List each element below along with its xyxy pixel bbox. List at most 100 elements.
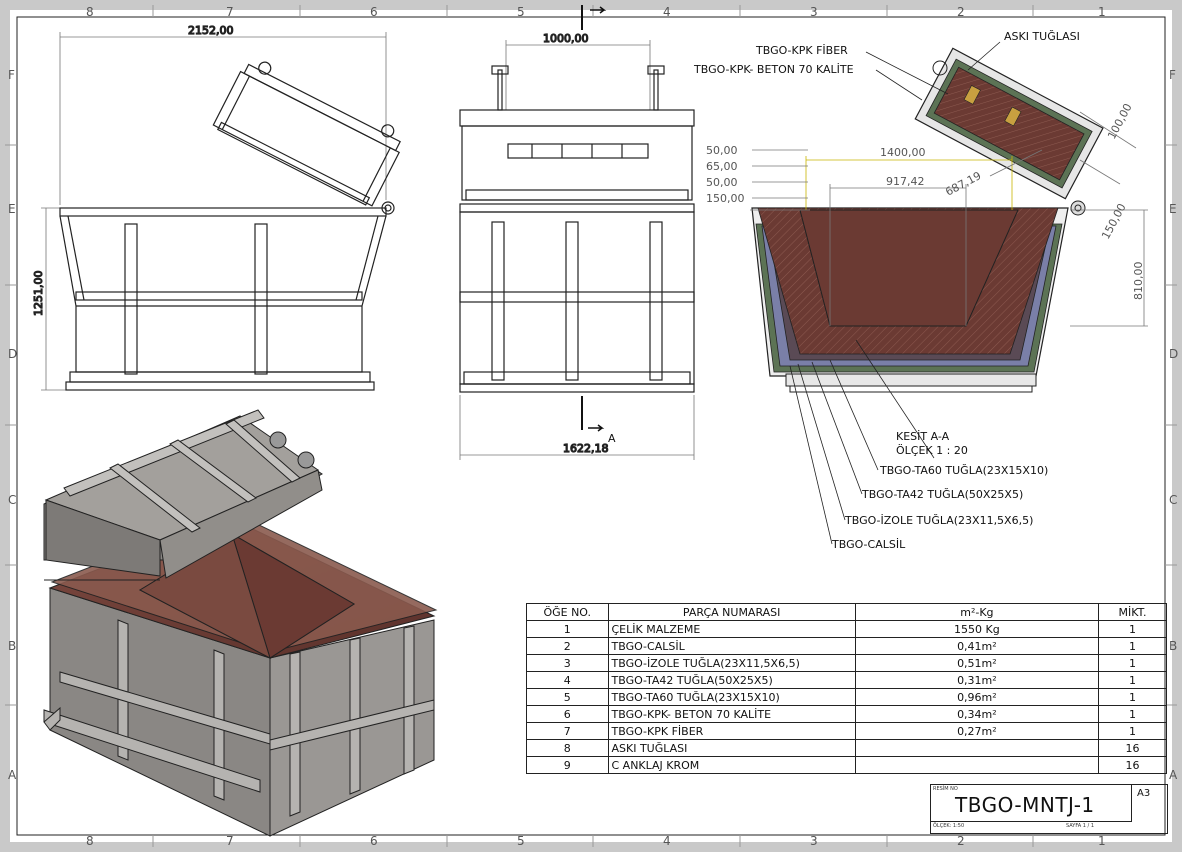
zone-col-5: 5 [517, 5, 525, 19]
dim-side-width: 2152,00 [188, 24, 234, 37]
zone-row-b: B [8, 639, 16, 653]
bom-cell-no: 8 [526, 739, 609, 757]
drawing-number-box: RESİM NO TBGO-MNTJ-1 [931, 785, 1132, 822]
zone-col-8-bottom: 8 [86, 834, 94, 848]
callout-ta42: TBGO-TA42 TUĞLA(50X25X5) [861, 488, 1023, 501]
bom-cell-no: 1 [526, 620, 609, 638]
drawing-number-label: RESİM NO [933, 786, 958, 792]
bom-cell-part: TBGO-TA42 TUĞLA(50X25X5) [607, 671, 856, 689]
bom-cell-no: 2 [526, 637, 609, 655]
section-title: KESİT A-A [896, 430, 950, 443]
section-view: 1400,00 917,42 810,00 100,00 150,00 687,… [693, 30, 1148, 551]
bom-cell-qty: 1550 Kg [854, 620, 1099, 638]
title-block: RESİM NO TBGO-MNTJ-1 A3 ÖLÇEK: 1:50 SAYF… [930, 784, 1168, 834]
dim-section-top-width: 1400,00 [880, 146, 926, 159]
table-row: 4 TBGO-TA42 TUĞLA(50X25X5) 0,31m² 1 [526, 671, 1168, 689]
zone-col-1: 1 [1098, 5, 1106, 19]
section-marker-label: A [608, 432, 616, 445]
zone-row-c-right: C [1169, 493, 1177, 507]
bom-header-qty: m²-Kg [854, 603, 1099, 621]
zone-col-2-bottom: 2 [957, 834, 965, 848]
zone-row-a: A [8, 768, 17, 782]
table-row: 3 TBGO-İZOLE TUĞLA(23X11,5X6,5) 0,51m² 1 [526, 654, 1168, 672]
bom-cell-no: 3 [526, 654, 609, 672]
bom-header-no: ÖĞE NO. [526, 603, 609, 621]
zone-col-5-bottom: 5 [517, 834, 525, 848]
bom-cell-no: 7 [526, 722, 609, 740]
table-row: 9C ANKLAJ KROM 16 [526, 756, 1168, 774]
bom-cell-count: 1 [1097, 637, 1168, 655]
dim-section-lid-thk: 100,00 [1105, 101, 1135, 141]
bom-cell-count: 1 [1097, 688, 1168, 706]
front-view: 1000,00 1622,18 A [459, 5, 695, 460]
bom-cell-part: ÇELİK MALZEME [607, 620, 856, 638]
bom-cell-qty: 0,96m² [854, 688, 1099, 706]
bom-cell-part: TBGO-KPK- BETON 70 KALİTE [607, 705, 856, 723]
bom-cell-part: TBGO-TA60 TUĞLA(23X15X10) [607, 688, 856, 706]
bom-cell-part: TBGO-KPK FİBER [607, 722, 856, 740]
bom-cell-part: C ANKLAJ KROM [607, 756, 856, 774]
bom-cell-part: TBGO-CALSİL [607, 637, 856, 655]
side-view: 2152,00 1251,00 [31, 23, 401, 391]
sheet-label: SAYFA 1 / 1 [1066, 823, 1095, 829]
table-row: 6 TBGO-KPK- BETON 70 KALİTE 0,34m² 1 [526, 705, 1168, 723]
callout-fiber: TBGO-KPK FİBER [755, 44, 848, 57]
bom-cell-part: TBGO-İZOLE TUĞLA(23X11,5X6,5) [607, 654, 856, 672]
zone-col-8: 8 [86, 5, 94, 19]
sheet-size: A3 [1137, 788, 1151, 799]
table-row: 8 ASKI TUĞLASI 16 [526, 739, 1168, 757]
bom-cell-qty: 0,51m² [854, 654, 1099, 672]
bom-cell-count: 1 [1097, 671, 1168, 689]
bom-cell-qty: 0,31m² [854, 671, 1099, 689]
callout-beton: TBGO-KPK- BETON 70 KALİTE [693, 63, 854, 76]
zone-col-6: 6 [370, 5, 378, 19]
zone-col-1-bottom: 1 [1098, 834, 1106, 848]
zone-row-d-right: D [1169, 347, 1178, 361]
dim-layer-50b: 50,00 [706, 176, 738, 189]
bom-cell-count: 1 [1097, 705, 1168, 723]
bom-cell-count: 1 [1097, 722, 1168, 740]
dim-section-height: 810,00 [1132, 262, 1145, 301]
bom-cell-no: 9 [526, 756, 609, 774]
section-scale: ÖLÇEK 1 : 20 [896, 444, 968, 457]
dim-section-inner-width: 917,42 [886, 175, 925, 188]
dim-layer-65: 65,00 [706, 160, 738, 173]
callout-izole: TBGO-İZOLE TUĞLA(23X11,5X6,5) [844, 514, 1033, 527]
table-row: 1 ÇELİK MALZEME 1550 Kg 1 [526, 620, 1168, 638]
zone-col-2: 2 [957, 5, 965, 19]
bom-cell-qty [854, 756, 1099, 774]
bom-cell-no: 4 [526, 671, 609, 689]
bom-cell-part: ASKI TUĞLASI [607, 739, 856, 757]
bom-cell-qty [854, 739, 1099, 757]
dim-section-slope: 687,19 [943, 169, 983, 199]
zone-col-3: 3 [810, 5, 818, 19]
bom-cell-qty: 0,34m² [854, 705, 1099, 723]
bom-cell-count: 16 [1097, 739, 1168, 757]
zone-col-7: 7 [226, 5, 234, 19]
zone-col-3-bottom: 3 [810, 834, 818, 848]
isometric-view [43, 409, 438, 837]
bom-cell-count: 16 [1097, 756, 1168, 774]
bom-cell-count: 1 [1097, 654, 1168, 672]
zone-col-4-bottom: 4 [663, 834, 671, 848]
table-row: 5 TBGO-TA60 TUĞLA(23X15X10) 0,96m² 1 [526, 688, 1168, 706]
zone-row-d: D [8, 347, 17, 361]
dim-layer-50a: 50,00 [706, 144, 738, 157]
zone-row-e-right: E [1169, 202, 1177, 216]
zone-col-6-bottom: 6 [370, 834, 378, 848]
dim-section-lid-side: 150,00 [1099, 201, 1129, 241]
dim-front-top: 1000,00 [543, 32, 589, 45]
zone-row-a-right: A [1169, 768, 1178, 782]
zone-col-7-bottom: 7 [226, 834, 234, 848]
bom-cell-count: 1 [1097, 620, 1168, 638]
zone-row-b-right: B [1169, 639, 1177, 653]
callout-calsil: TBGO-CALSİL [831, 538, 906, 551]
zone-row-f-right: F [1169, 68, 1176, 82]
zone-row-e: E [8, 202, 16, 216]
bom-cell-qty: 0,27m² [854, 722, 1099, 740]
bom-header-row: ÖĞE NO. PARÇA NUMARASI m²-Kg MİKT. [526, 603, 1168, 621]
dim-front-bottom: 1622,18 [563, 442, 609, 455]
callout-aski: ASKI TUĞLASI [1004, 30, 1080, 43]
bom-cell-no: 5 [526, 688, 609, 706]
scale-label: ÖLÇEK: 1:50 [933, 823, 965, 829]
